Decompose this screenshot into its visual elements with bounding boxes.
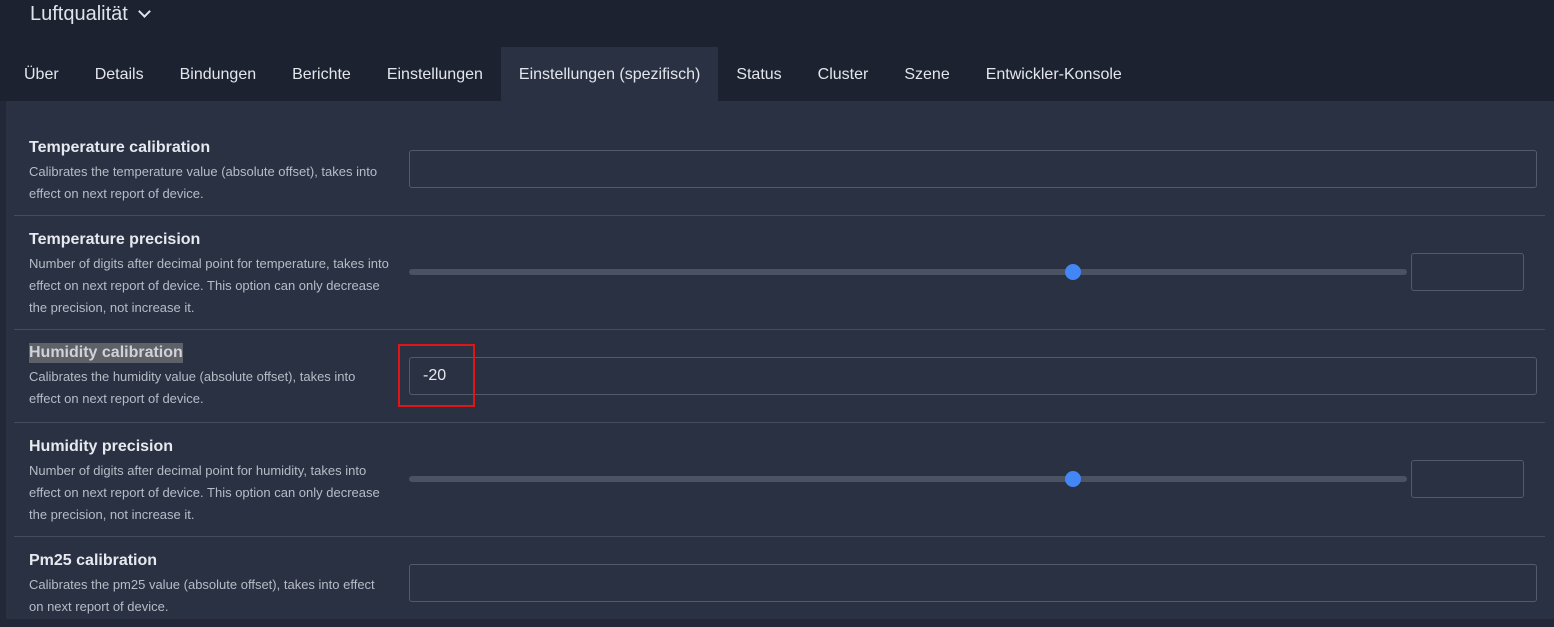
temperature-precision-value-input[interactable] xyxy=(1411,253,1524,291)
highlight-annotation-box xyxy=(398,344,475,407)
humidity-precision-slider[interactable] xyxy=(409,471,1407,487)
temperature-precision-slider[interactable] xyxy=(409,264,1407,280)
top-bar: Luftqualität Über Details Bindungen Beri… xyxy=(0,0,1554,101)
tab-scene[interactable]: Szene xyxy=(886,47,967,101)
tab-cluster[interactable]: Cluster xyxy=(800,47,887,101)
setting-title: Humidity precision xyxy=(29,438,174,455)
tab-status[interactable]: Status xyxy=(718,47,799,101)
tab-details[interactable]: Details xyxy=(77,47,162,101)
setting-pm25-calibration: Pm25 calibration Calibrates the pm25 val… xyxy=(14,537,1545,627)
slider-thumb[interactable] xyxy=(1064,264,1081,280)
humidity-calibration-input[interactable]: -20 xyxy=(409,357,1537,395)
setting-title: Temperature precision xyxy=(29,231,201,248)
setting-humidity-calibration: Humidity calibration Calibrates the humi… xyxy=(14,330,1545,423)
pm25-calibration-input[interactable] xyxy=(409,564,1537,602)
tab-settings-specific[interactable]: Einstellungen (spezifisch) xyxy=(500,47,719,101)
temperature-calibration-input[interactable] xyxy=(409,150,1537,188)
setting-humidity-precision: Humidity precision Number of digits afte… xyxy=(14,423,1545,537)
setting-title: Temperature calibration xyxy=(29,139,211,156)
slider-thumb[interactable] xyxy=(1064,471,1081,487)
tab-about[interactable]: Über xyxy=(6,47,77,101)
setting-title: Humidity calibration xyxy=(29,343,183,363)
setting-label: Pm25 calibration Calibrates the pm25 val… xyxy=(29,551,389,618)
tab-bar: Über Details Bindungen Berichte Einstell… xyxy=(6,47,1140,101)
setting-description: Number of digits after decimal point for… xyxy=(29,256,389,315)
setting-title: Pm25 calibration xyxy=(29,552,158,569)
tab-dev-console[interactable]: Entwickler-Konsole xyxy=(968,47,1140,101)
tab-bindings[interactable]: Bindungen xyxy=(162,47,275,101)
tab-settings[interactable]: Einstellungen xyxy=(369,47,501,101)
setting-description: Calibrates the temperature value (absolu… xyxy=(29,164,378,201)
device-title-dropdown[interactable]: Luftqualität xyxy=(30,3,151,26)
tab-reports[interactable]: Berichte xyxy=(274,47,369,101)
setting-temperature-calibration: Temperature calibration Calibrates the t… xyxy=(14,115,1545,216)
setting-label: Temperature precision Number of digits a… xyxy=(29,230,389,319)
setting-label: Humidity calibration Calibrates the humi… xyxy=(29,343,389,410)
setting-label: Humidity precision Number of digits afte… xyxy=(29,437,389,526)
page-title: Luftqualität xyxy=(30,3,128,25)
setting-description: Calibrates the pm25 value (absolute offs… xyxy=(29,577,375,614)
setting-temperature-precision: Temperature precision Number of digits a… xyxy=(14,216,1545,330)
humidity-precision-value-input[interactable] xyxy=(1411,460,1524,498)
chevron-down-icon xyxy=(137,5,151,18)
setting-description: Number of digits after decimal point for… xyxy=(29,463,380,522)
setting-description: Calibrates the humidity value (absolute … xyxy=(29,369,356,406)
setting-label: Temperature calibration Calibrates the t… xyxy=(29,138,389,205)
settings-panel: Temperature calibration Calibrates the t… xyxy=(6,101,1554,619)
